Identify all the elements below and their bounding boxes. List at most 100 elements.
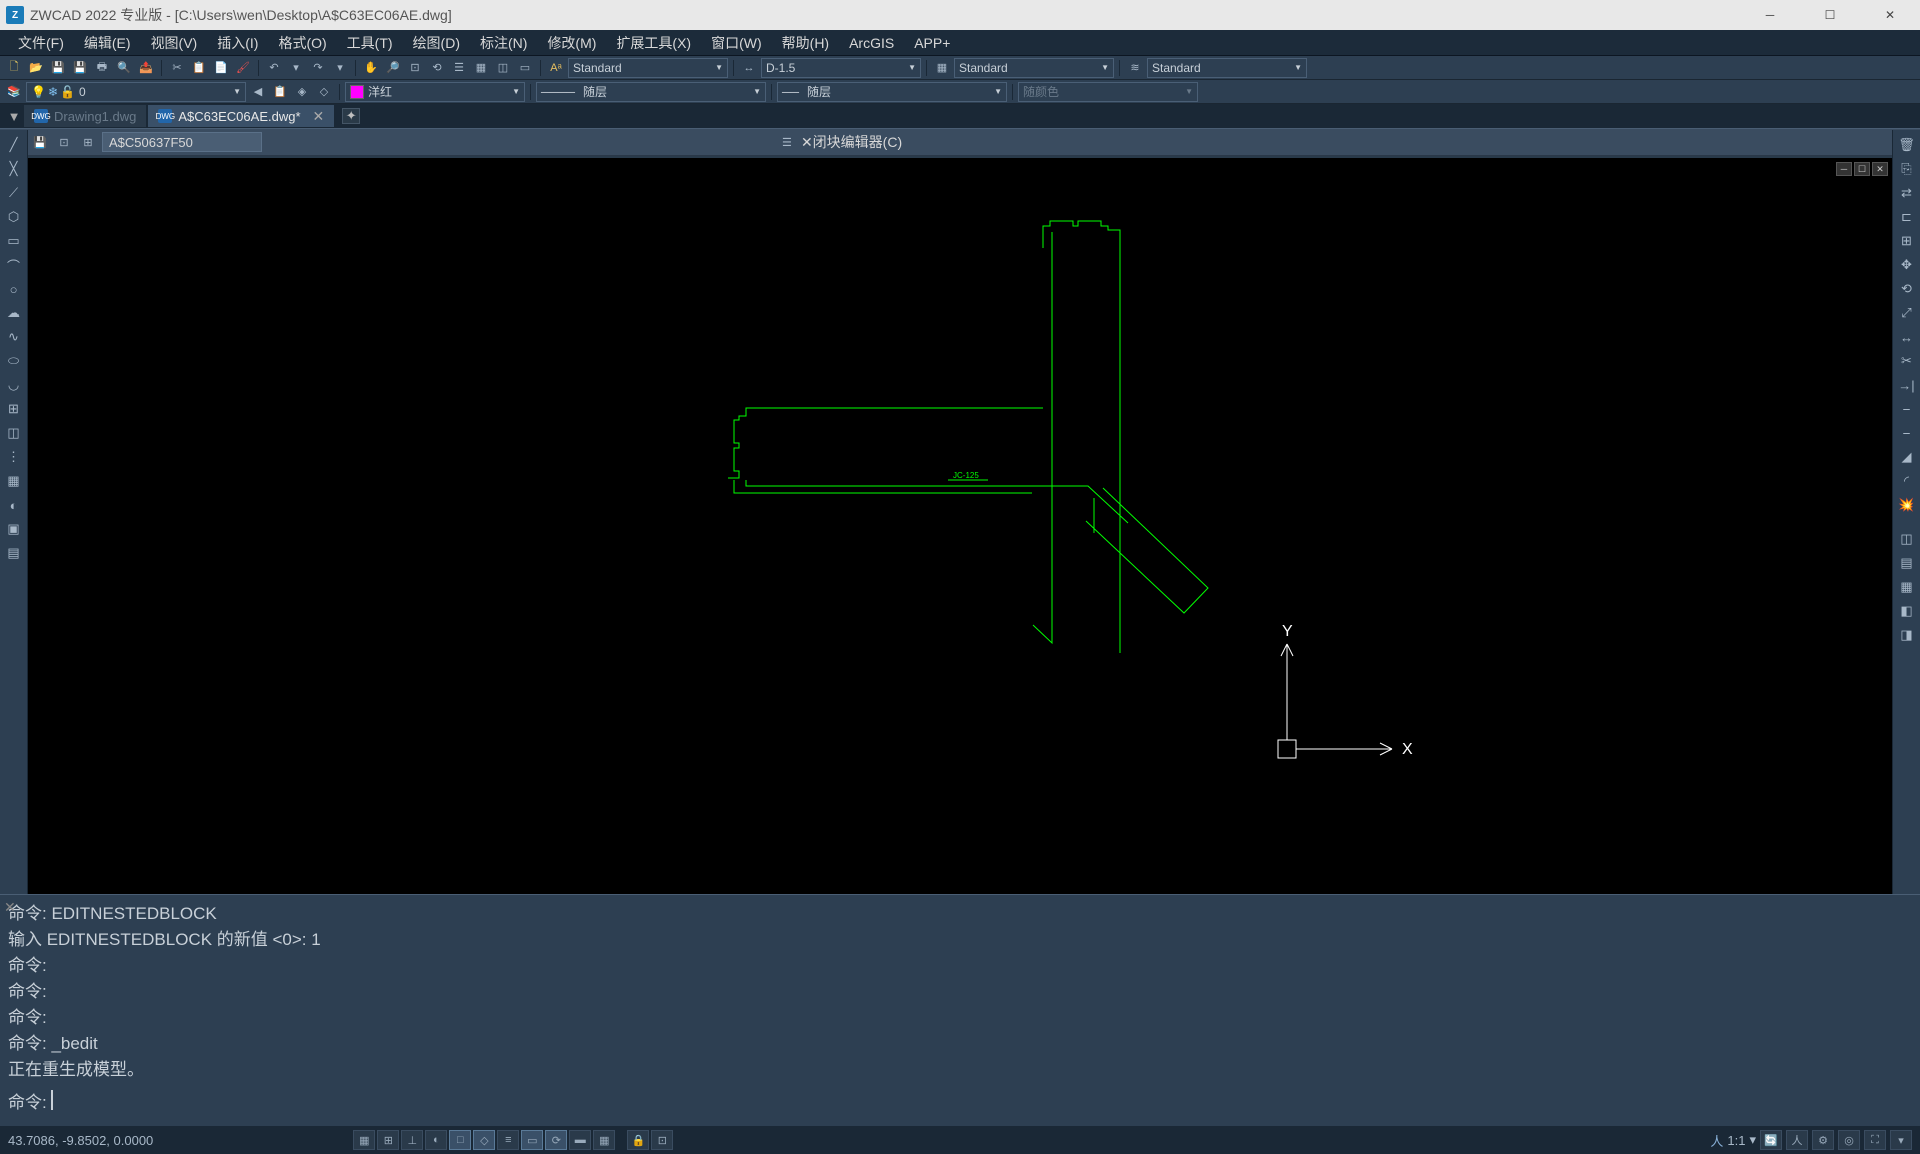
calc-icon[interactable]: ▭: [515, 59, 535, 77]
command-history[interactable]: 命令: EDITNESTEDBLOCK 输入 EDITNESTEDBLOCK 的…: [0, 895, 1920, 1085]
table-style-icon[interactable]: ▦: [932, 59, 952, 77]
preview-icon[interactable]: 🔍: [114, 59, 134, 77]
maximize-button[interactable]: ☐: [1800, 0, 1860, 30]
match-prop-icon[interactable]: 🖌: [233, 59, 253, 77]
palette4-icon[interactable]: ◧: [1896, 600, 1918, 622]
copy2-icon[interactable]: ⎘: [1896, 158, 1918, 180]
menu-arcgis[interactable]: ArcGIS: [839, 32, 904, 54]
coordinates[interactable]: 43.7086, -9.8502, 0.0000: [8, 1133, 153, 1148]
linetype-dropdown[interactable]: ──── 随层 ▼: [536, 82, 766, 102]
circle-icon[interactable]: ○: [3, 278, 25, 300]
annoscale-icon[interactable]: 🔒: [627, 1130, 649, 1150]
undo-dd-icon[interactable]: ▾: [286, 59, 306, 77]
new-file-icon[interactable]: 🗋: [4, 59, 24, 77]
layer-uniso-icon[interactable]: ◇: [314, 83, 334, 101]
dim-style-dropdown[interactable]: D-1.5 ▼: [761, 58, 921, 78]
menu-tools[interactable]: 工具(T): [337, 30, 403, 56]
hatch-toggle-icon[interactable]: ▦: [593, 1130, 615, 1150]
palette5-icon[interactable]: ◨: [1896, 624, 1918, 646]
minimize-button[interactable]: ─: [1740, 0, 1800, 30]
anno-vis-icon[interactable]: 🔄: [1760, 1130, 1782, 1150]
break-icon[interactable]: ⎯: [1896, 398, 1918, 420]
saveall-icon[interactable]: 💾: [70, 59, 90, 77]
scale-dd-icon[interactable]: ▾: [1749, 1132, 1756, 1148]
menu-modify[interactable]: 修改(M): [537, 30, 606, 56]
undo-icon[interactable]: ↶: [264, 59, 284, 77]
close-block-editor-button[interactable]: ✕ 闭块编辑器(C): [801, 132, 902, 152]
anno-icon[interactable]: ⊡: [651, 1130, 673, 1150]
tool-palette-icon[interactable]: ◫: [493, 59, 513, 77]
vp-max-icon[interactable]: ☐: [1854, 162, 1870, 176]
clean-icon[interactable]: ⛶: [1864, 1130, 1886, 1150]
bedit-save-icon[interactable]: 💾: [30, 133, 50, 151]
plotstyle-dropdown[interactable]: 随颜色 ▼: [1018, 82, 1198, 102]
menu-extension[interactable]: 扩展工具(X): [606, 30, 701, 56]
cmd-close-icon[interactable]: ✕: [4, 899, 16, 916]
polyline-icon[interactable]: ⟋: [3, 182, 25, 204]
chamfer-icon[interactable]: ◢: [1896, 446, 1918, 468]
make-block-icon[interactable]: ◫: [3, 422, 25, 444]
insert-block-icon[interactable]: ⊞: [3, 398, 25, 420]
ellipse-arc-icon[interactable]: ◡: [3, 374, 25, 396]
save-icon[interactable]: 💾: [48, 59, 68, 77]
region-icon[interactable]: ▣: [3, 518, 25, 540]
menu-draw[interactable]: 绘图(D): [403, 30, 470, 56]
layer-iso-icon[interactable]: ◈: [292, 83, 312, 101]
annotation-scale-icon[interactable]: 人: [1710, 1131, 1723, 1150]
hw-icon[interactable]: ◎: [1838, 1130, 1860, 1150]
redo-icon[interactable]: ↷: [308, 59, 328, 77]
print-icon[interactable]: 🖶: [92, 59, 112, 77]
model-icon[interactable]: ▬: [569, 1130, 591, 1150]
gradient-icon[interactable]: ◐: [3, 494, 25, 516]
polar-icon[interactable]: ◐: [425, 1130, 447, 1150]
zoom-rt-icon[interactable]: 🔎: [383, 59, 403, 77]
lineweight-dropdown[interactable]: ── 随层 ▼: [777, 82, 1007, 102]
block-name-field[interactable]: A$C50637F50: [102, 132, 262, 152]
explode-icon[interactable]: 💥: [1896, 494, 1918, 516]
polygon-icon[interactable]: ⬡: [3, 206, 25, 228]
command-input[interactable]: 命令:: [0, 1085, 1920, 1115]
otrack-icon[interactable]: ◇: [473, 1130, 495, 1150]
palette2-icon[interactable]: ▤: [1896, 552, 1918, 574]
bedit-icon3[interactable]: ⊡: [54, 133, 74, 151]
close-button[interactable]: ✕: [1860, 0, 1920, 30]
dim-style-icon[interactable]: ↔: [739, 59, 759, 77]
xline-icon[interactable]: ╳: [3, 158, 25, 180]
move-icon[interactable]: ✥: [1896, 254, 1918, 276]
drawing-canvas[interactable]: JC-125: [28, 158, 1892, 894]
scale-value[interactable]: 1:1: [1727, 1133, 1745, 1148]
tab-list-icon[interactable]: ▼: [4, 106, 24, 126]
zoom-prev-icon[interactable]: ⟲: [427, 59, 447, 77]
menu-view[interactable]: 视图(V): [141, 30, 208, 56]
drawing-area[interactable]: ─ ☐ ✕ JC-125: [28, 158, 1892, 894]
mirror-icon[interactable]: ⇄: [1896, 182, 1918, 204]
bedit-param-icon[interactable]: ☰: [777, 133, 797, 151]
publish-icon[interactable]: 📤: [136, 59, 156, 77]
bedit-icon4[interactable]: ⊞: [78, 133, 98, 151]
style-icon[interactable]: Aᵃ: [546, 59, 566, 77]
point-icon[interactable]: ⋮: [3, 446, 25, 468]
erase-icon[interactable]: 🗑: [1896, 134, 1918, 156]
offset-icon[interactable]: ⊏: [1896, 206, 1918, 228]
hatch-icon[interactable]: ▦: [3, 470, 25, 492]
text-style-dropdown[interactable]: Standard ▼: [568, 58, 728, 78]
menu-help[interactable]: 帮助(H): [772, 30, 839, 56]
vp-min-icon[interactable]: ─: [1836, 162, 1852, 176]
scale-icon[interactable]: ⤢: [1896, 302, 1918, 324]
menu-format[interactable]: 格式(O): [268, 30, 336, 56]
cloud-icon[interactable]: ☁: [3, 302, 25, 324]
layer-dropdown[interactable]: 💡 ❄ 🔓 0 ▼: [26, 82, 246, 102]
dyn-icon[interactable]: ▭: [521, 1130, 543, 1150]
menu-dimension[interactable]: 标注(N): [470, 30, 537, 56]
ws-icon[interactable]: ⚙: [1812, 1130, 1834, 1150]
join-icon[interactable]: ⎯: [1896, 422, 1918, 444]
spline-icon[interactable]: ∿: [3, 326, 25, 348]
ellipse-icon[interactable]: ⬭: [3, 350, 25, 372]
vp-close-icon[interactable]: ✕: [1872, 162, 1888, 176]
rotate-icon[interactable]: ⟲: [1896, 278, 1918, 300]
fillet-icon[interactable]: ◜: [1896, 470, 1918, 492]
tab-close-icon[interactable]: ✕: [313, 108, 325, 125]
pan-icon[interactable]: ✋: [361, 59, 381, 77]
layer-state-icon[interactable]: 📋: [270, 83, 290, 101]
tab-drawing1[interactable]: DWG Drawing1.dwg: [24, 105, 146, 127]
